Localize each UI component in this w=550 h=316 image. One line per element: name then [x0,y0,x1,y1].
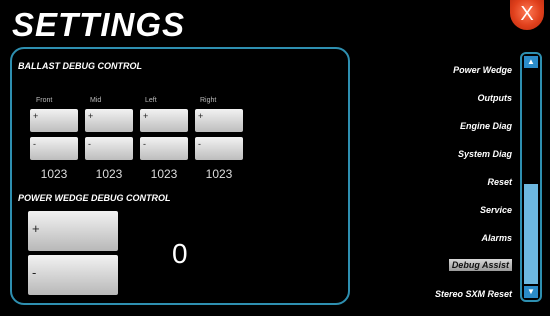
menu-scrollbar[interactable]: ▲ ▼ [520,52,542,302]
ballast-mid-label: Mid [90,97,102,104]
ballast-left-minus-button[interactable]: - [140,137,188,160]
ballast-right-plus-button[interactable]: + [195,109,243,132]
ballast-right-label: Right [200,97,217,104]
menu-item-stereo-sxm-reset[interactable]: Stereo SXM Reset [435,289,512,299]
scrollbar-thumb[interactable] [524,184,538,284]
menu-item-alarms[interactable]: Alarms [481,233,512,243]
menu-item-outputs[interactable]: Outputs [478,93,513,103]
scroll-up-icon[interactable]: ▲ [524,56,538,68]
ballast-mid-minus-button[interactable]: - [85,137,133,160]
ballast-left-plus-button[interactable]: + [140,109,188,132]
scroll-down-icon[interactable]: ▼ [524,286,538,298]
ballast-right-value: 1023 [205,167,233,181]
power-wedge-section-title: POWER WEDGE DEBUG CONTROL [18,193,171,203]
ballast-mid-value: 1023 [95,167,123,181]
power-wedge-minus-button[interactable]: - [28,255,118,295]
menu-item-reset[interactable]: Reset [487,177,512,187]
ballast-right-minus-button[interactable]: - [195,137,243,160]
menu-item-debug-assist[interactable]: Debug Assist [448,259,512,271]
ballast-left-value: 1023 [150,167,178,181]
power-wedge-value: 0 [172,238,188,269]
ballast-front-plus-button[interactable]: + [30,109,78,132]
ballast-mid-plus-button[interactable]: + [85,109,133,132]
power-wedge-plus-button[interactable]: + [28,211,118,251]
menu-item-power-wedge[interactable]: Power Wedge [453,65,512,75]
menu-item-service[interactable]: Service [480,205,512,215]
ballast-front-minus-button[interactable]: - [30,137,78,160]
menu-item-engine-diag[interactable]: Engine Diag [460,121,512,131]
menu-item-system-diag[interactable]: System Diag [458,149,512,159]
ballast-front-label: Front [36,97,53,104]
ballast-section-title: BALLAST DEBUG CONTROL [18,61,142,71]
ballast-front-value: 1023 [40,167,68,181]
ballast-left-label: Left [145,97,157,104]
close-button[interactable]: X [510,0,544,30]
page-title: SETTINGS [12,6,186,43]
